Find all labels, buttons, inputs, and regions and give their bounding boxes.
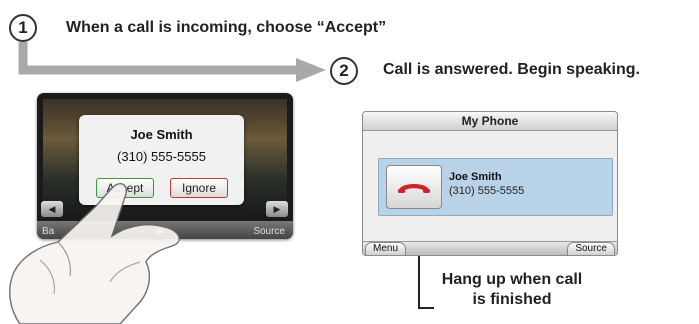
step-1-text: When a call is incoming, choose “Accept”	[66, 19, 387, 36]
phone-hangup-icon	[398, 184, 430, 193]
phone-title: My Phone	[363, 112, 617, 131]
active-call-card: Joe Smith (310) 555-5555	[378, 158, 613, 216]
step-1-number: 1	[18, 18, 28, 37]
phone-call-screen: My Phone Joe Smith (310) 555-5555 Menu S…	[362, 111, 618, 256]
hangup-callout: Hang up when call is finished	[424, 270, 600, 310]
step-2-badge: 2	[330, 57, 358, 85]
caller-name: Joe Smith	[130, 127, 193, 142]
step-2-text: Call is answered. Begin speaking.	[383, 61, 640, 78]
callout-line-1: Hang up when call	[441, 271, 583, 288]
active-caller-number: (310) 555-5555	[449, 185, 525, 197]
step-2-number: 2	[339, 61, 349, 80]
phone-bottom-bar: Menu Source	[363, 241, 617, 255]
skip-forward-icon: ▶	[273, 203, 281, 214]
hand-pointer-illustration	[9, 183, 180, 324]
source-tab[interactable]: Source	[567, 242, 615, 255]
next-button[interactable]: ▶	[266, 201, 288, 217]
active-caller-name: Joe Smith	[449, 171, 502, 183]
step-1-badge: 1	[9, 14, 37, 42]
hangup-button[interactable]	[386, 165, 442, 209]
source-label[interactable]: Source	[253, 226, 285, 237]
callout-line-2: is finished	[472, 291, 552, 308]
menu-tab[interactable]: Menu	[365, 242, 407, 255]
